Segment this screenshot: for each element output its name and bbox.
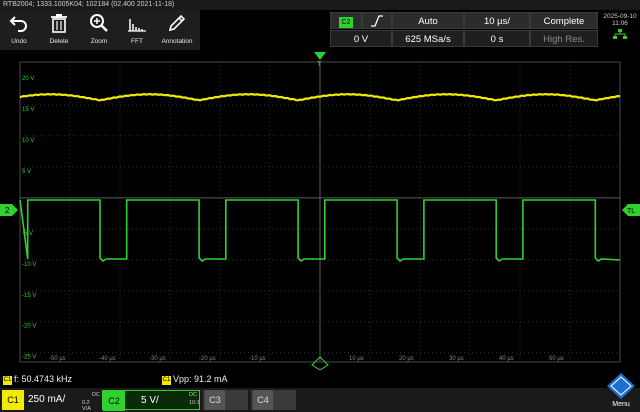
measurement-vpp[interactable]: C1 Vpp: 91.2 mA: [162, 373, 228, 385]
channel-c2-scale: 5 V/: [141, 395, 159, 406]
y-tick-label: 20 V: [22, 76, 34, 82]
channel-c3[interactable]: C3: [203, 390, 248, 410]
undo-icon: [9, 16, 27, 32]
x-tick-label: -20 µs: [199, 356, 216, 362]
fft-icon: [128, 19, 146, 32]
measurement-source-tag: C1: [3, 376, 12, 385]
y-tick-label: 10 V: [22, 138, 34, 144]
channel-c2-tag: C2: [103, 391, 125, 411]
y-tick-label: 5 V: [22, 169, 31, 175]
channel-c1-coupling: DC: [92, 392, 100, 398]
trigger-level[interactable]: 0 V: [330, 30, 392, 47]
svg-text:2: 2: [5, 206, 10, 215]
pen-icon: [168, 14, 186, 32]
trigger-offset[interactable]: 0 s: [464, 30, 530, 47]
timebase[interactable]: 10 µs/: [464, 12, 530, 29]
x-tick-label: 10 µs: [349, 356, 364, 362]
x-tick-label: -30 µs: [149, 356, 166, 362]
annotation-label: Annotation: [161, 38, 193, 45]
menu-button[interactable]: Menu: [603, 372, 639, 412]
waveform-display[interactable]: 20 V15 V10 V5 V-5 V-10 V-15 V-20 V-25 V-…: [0, 52, 640, 370]
x-tick-label: 20 µs: [399, 356, 414, 362]
y-tick-label: -10 V: [22, 262, 36, 268]
fft-label: FFT: [131, 38, 143, 45]
measurement-source-tag: C1: [162, 376, 171, 385]
trigger-slope[interactable]: [362, 12, 392, 29]
date-text: 2025-09-10: [603, 13, 637, 20]
x-tick-label: -10 µs: [249, 356, 266, 362]
y-tick-label: -15 V: [22, 293, 36, 299]
acquisition-panel: C2 Auto 10 µs/ Complete 0 V 625 MSa/s 0 …: [330, 12, 598, 48]
channel-c1-scale: 250 mA/: [28, 394, 66, 405]
toolbar: Undo Delete Zoom FFT Annotation: [0, 10, 200, 50]
rohde-schwarz-logo-icon: [607, 373, 635, 399]
trigger-source-label: C2: [339, 17, 353, 28]
channel-c4-tag: C4: [253, 390, 273, 410]
zoom-label: Zoom: [90, 38, 108, 45]
channel-c3-tag: C3: [205, 390, 225, 410]
x-tick-label: -40 µs: [99, 356, 116, 362]
ch2-offset-marker[interactable]: 2: [0, 204, 18, 216]
menu-label: Menu: [612, 401, 630, 408]
time-text: 11:06: [612, 20, 628, 27]
y-tick-label: -25 V: [22, 355, 36, 361]
svg-text:T: T: [317, 61, 322, 68]
measurement-frequency-value: f: 50.4743 kHz: [14, 374, 73, 384]
x-tick-label: 50 µs: [549, 356, 564, 362]
delete-button[interactable]: Delete: [40, 10, 78, 50]
x-tick-label: -50 µs: [49, 356, 66, 362]
zoom-icon: [90, 14, 108, 32]
zoom-button[interactable]: Zoom: [80, 10, 118, 50]
channel-c4[interactable]: C4: [251, 390, 296, 410]
channel-c2[interactable]: C2 5 V/ DC 10:1: [102, 390, 200, 411]
annotation-button[interactable]: Annotation: [158, 10, 196, 50]
trigger-mode[interactable]: Auto: [392, 12, 464, 29]
channel-c1[interactable]: C1 250 mA/ DC 0.2 V/A: [2, 390, 100, 412]
channel-c1-probe: 0.2 V/A: [82, 400, 91, 412]
network-icon: [613, 29, 627, 39]
fft-button[interactable]: FFT: [118, 10, 156, 50]
x-tick-label: 40 µs: [499, 356, 514, 362]
trigger-source[interactable]: C2: [330, 12, 362, 29]
measurement-vpp-value: Vpp: 91.2 mA: [173, 374, 228, 384]
axis-labels: 20 V15 V10 V5 V-5 V-10 V-15 V-20 V-25 V-…: [22, 76, 564, 362]
graticule: [19, 61, 621, 363]
measurement-frequency[interactable]: C1 f: 50.4743 kHz: [3, 373, 72, 385]
trigger-level-marker[interactable]: TL: [622, 204, 640, 216]
svg-text:TL: TL: [627, 208, 635, 215]
channel-c2-coupling: DC: [189, 392, 197, 398]
sample-rate[interactable]: 625 MSa/s: [392, 30, 464, 47]
measurement-bar: C1 f: 50.4743 kHz C1 Vpp: 91.2 mA: [0, 373, 640, 385]
y-tick-label: -20 V: [22, 324, 36, 330]
resolution-mode[interactable]: High Res.: [530, 30, 598, 47]
y-tick-label: 15 V: [22, 107, 34, 113]
undo-label: Undo: [11, 38, 27, 45]
channel-bar: C1 250 mA/ DC 0.2 V/A C2 5 V/ DC 10:1 C3…: [0, 373, 640, 412]
channel-c1-tag: C1: [2, 390, 24, 410]
channel-c2-probe: 10:1: [189, 400, 200, 406]
datetime: 2025-09-10 11:06: [600, 12, 640, 48]
trash-icon: [51, 14, 67, 33]
acquisition-status[interactable]: Complete: [530, 12, 598, 29]
instrument-info: RTB2004; 1333.1005K04; 102184 (02.400 20…: [0, 0, 640, 10]
delete-label: Delete: [49, 38, 69, 45]
x-tick-label: 30 µs: [449, 356, 464, 362]
undo-button[interactable]: Undo: [0, 10, 38, 50]
rising-edge-icon: [371, 15, 383, 27]
